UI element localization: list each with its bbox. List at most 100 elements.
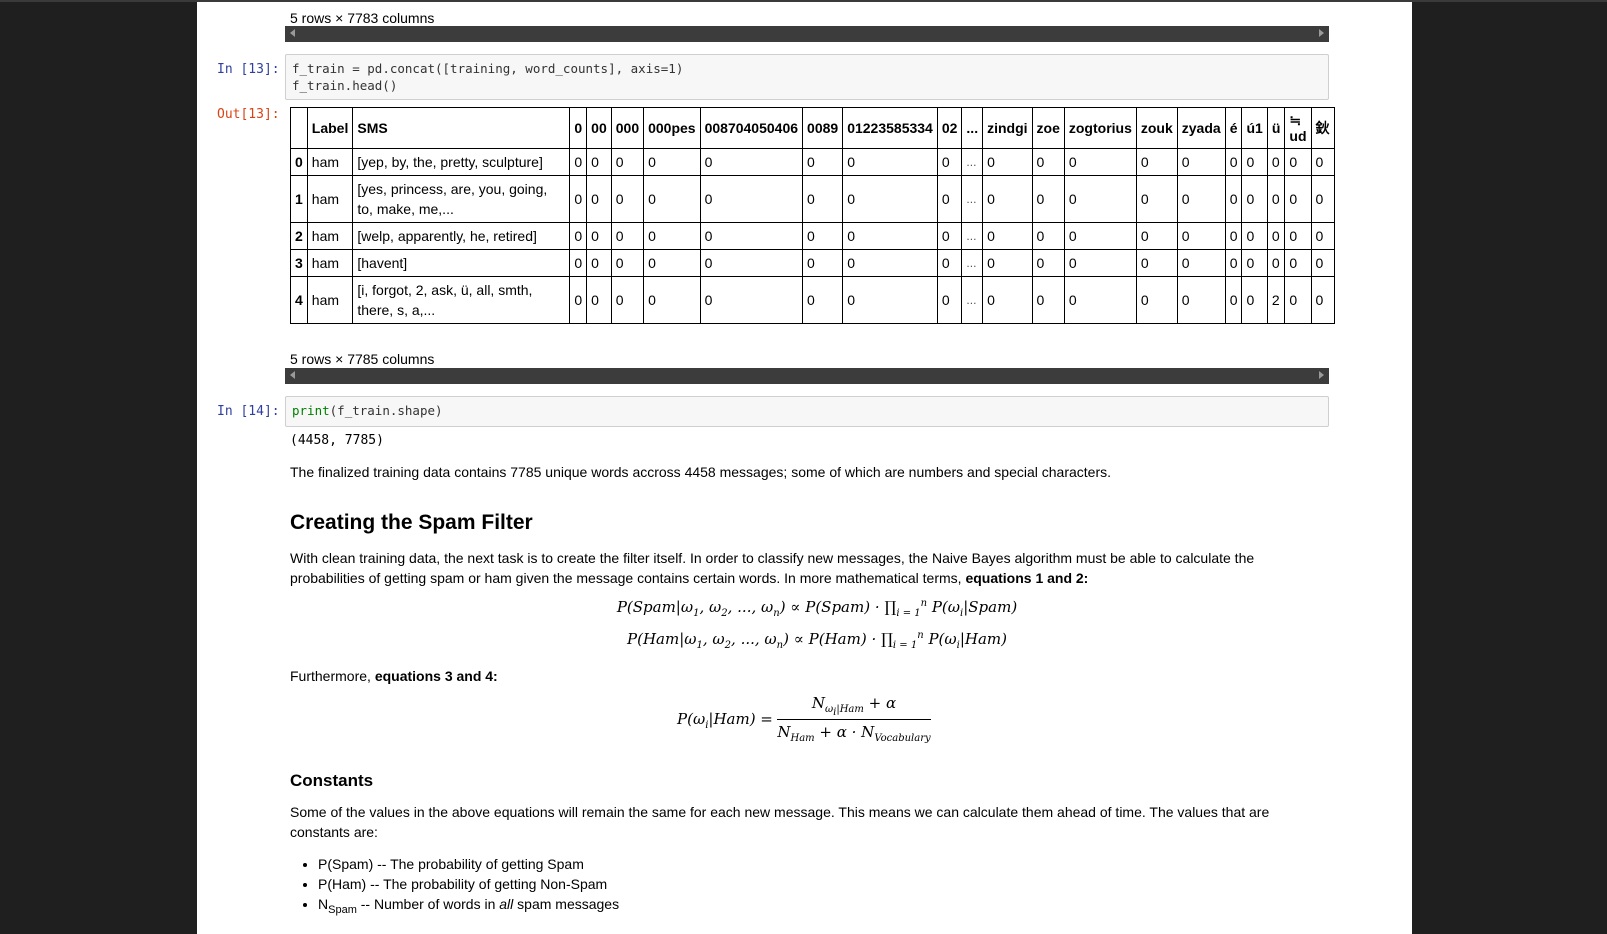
table-cell: 0 xyxy=(610,175,645,223)
column-header: zindgi xyxy=(982,107,1033,149)
table-cell: 0 xyxy=(1310,148,1335,176)
table-cell: 0 xyxy=(936,175,963,223)
cell-13-output-prompt: Out[13]: xyxy=(217,107,280,122)
table-cell: 0 xyxy=(1310,175,1335,223)
table-cell: 0 xyxy=(1224,222,1243,250)
code-expression: = pd.concat([training, word_counts], axi… xyxy=(344,61,684,76)
table-cell: 0 xyxy=(982,175,1033,223)
table-cell: 0 xyxy=(569,249,588,277)
markdown-paragraph-intro: With clean training data, the next task … xyxy=(290,548,1330,588)
table-cell: 0 xyxy=(982,276,1033,324)
column-header: 000 xyxy=(610,107,645,149)
table-cell: 0 xyxy=(1224,276,1243,324)
table-cell: 2 xyxy=(1266,276,1286,324)
table-cell: 0 xyxy=(1031,222,1065,250)
table-cell: 0 xyxy=(1063,249,1137,277)
cell-13-input-prompt: In [13]: xyxy=(217,62,280,77)
table-cell: 0 xyxy=(586,249,612,277)
cell-13-output-horizontal-scrollbar[interactable] xyxy=(285,368,1329,384)
table-cell: ... xyxy=(961,249,984,277)
column-header: zyada xyxy=(1176,107,1226,149)
table-row: 2 ham [welp, apparently, he, retired] 0 0 0 0 0… xyxy=(290,222,1335,250)
list-item-text-end: spam messages xyxy=(513,896,620,912)
table-cell: 0 xyxy=(1284,148,1312,176)
markdown-paragraph-constants: Some of the values in the above equation… xyxy=(290,804,1270,840)
scroll-right-icon[interactable] xyxy=(1319,29,1324,37)
cell-13-code-editor[interactable]: f_train = pd.concat([training, word_coun… xyxy=(285,54,1329,100)
table-cell: 0 xyxy=(1063,148,1137,176)
table-cell: 0 xyxy=(1266,148,1286,176)
table-cell: ... xyxy=(961,175,984,223)
table-cell: 0 xyxy=(982,222,1033,250)
table-cell: 0 xyxy=(1031,148,1065,176)
table-cell: 0 xyxy=(586,148,612,176)
column-header: ü xyxy=(1266,107,1286,149)
table-cell: 0 xyxy=(1063,222,1137,250)
table-cell: 0 xyxy=(1284,222,1312,250)
table-cell: 0 xyxy=(802,222,844,250)
column-header: 00 xyxy=(586,107,612,149)
row-index: 1 xyxy=(290,175,308,223)
markdown-heading-creating-spam-filter: Creating the Spam Filter xyxy=(290,511,533,534)
equation-3-fraction-bar xyxy=(777,719,931,720)
table-body: 0 ham [yep, by, the, pretty, sculpture] 0 0 0… xyxy=(290,148,1335,324)
table-cell: 0 xyxy=(1266,175,1286,223)
code-function-name: print xyxy=(292,403,330,418)
scroll-left-icon[interactable] xyxy=(290,371,295,379)
table-cell: 0 xyxy=(643,148,701,176)
table-cell: 0 xyxy=(1135,175,1178,223)
table-cell: 0 xyxy=(1310,222,1335,250)
table-cell: 0 xyxy=(569,222,588,250)
table-cell: 0 xyxy=(643,175,701,223)
markdown-paragraph-summary: The finalized training data contains 778… xyxy=(290,464,1112,480)
table-cell: 0 xyxy=(586,222,612,250)
table-cell: 0 xyxy=(842,175,938,223)
table-cell: 0 xyxy=(1063,175,1137,223)
table-cell: 0 xyxy=(1266,249,1286,277)
column-header: 01223585334 xyxy=(842,107,938,149)
column-header: zogtorius xyxy=(1063,107,1137,149)
table-cell: 0 xyxy=(699,249,804,277)
table-cell: ham xyxy=(306,175,354,223)
list-item: P(Spam) -- The probability of getting Sp… xyxy=(318,854,1318,874)
table-cell: 0 xyxy=(842,148,938,176)
row-index: 4 xyxy=(290,276,308,324)
table-cell: 0 xyxy=(586,175,612,223)
column-header: 0 xyxy=(569,107,588,149)
column-header: Label xyxy=(306,107,354,149)
dataframe-output: Label SMS 0 00 000 000pes 008704050406 0089 0122… xyxy=(290,107,1335,324)
cell-13-output-shape-note: 5 rows × 7785 columns xyxy=(290,351,435,367)
notebook-page: 5 rows × 7783 columns In [13]: f_train =… xyxy=(197,2,1412,934)
equation-3-lhs: P(ωi|Ham) = xyxy=(677,710,773,731)
list-item-subscript: Spam xyxy=(328,903,357,916)
table-cell: 0 xyxy=(643,276,701,324)
table-cell: 0 xyxy=(1224,148,1243,176)
scroll-left-icon[interactable] xyxy=(290,29,295,37)
table-cell: 0 xyxy=(1241,148,1268,176)
table-cell: 0 xyxy=(643,249,701,277)
table-row: 4 ham [i, forgot, 2, ask, ü, all, smth, th… xyxy=(290,276,1335,324)
list-item-emphasis: all xyxy=(499,896,514,912)
table-cell: [welp, apparently, he, retired] xyxy=(352,222,571,250)
table-row: 3 ham [havent] 0 0 0 0 0 0 0 0... 0 0 0 0 0 0 0 0 0 0 xyxy=(290,249,1335,277)
table-cell: 0 xyxy=(1031,249,1065,277)
scroll-right-icon[interactable] xyxy=(1319,371,1324,379)
table-cell: 0 xyxy=(936,249,963,277)
cell-14-code-editor[interactable]: print(f_train.shape) xyxy=(285,396,1329,427)
list-item: P(Ham) -- The probability of getting Non… xyxy=(318,874,1318,894)
prev-output-horizontal-scrollbar[interactable] xyxy=(285,26,1329,42)
table-cell: [havent] xyxy=(352,249,571,277)
code-line-1: f_train = pd.concat([training, word_coun… xyxy=(292,61,1322,78)
table-cell: 0 xyxy=(936,222,963,250)
table-cell: ham xyxy=(306,249,354,277)
equation-3-numerator: Nωi|Ham + α xyxy=(811,694,897,718)
equation-3-denominator: NHam + α · NVocabulary xyxy=(777,723,931,744)
equation-2: P(Ham|ω1, ω2, ..., ωn) ∝ P(Ham) · ∏i = 1… xyxy=(627,630,1007,651)
table-row: 1 ham [yes, princess, are, you, going, to,… xyxy=(290,175,1335,223)
column-header: 02 xyxy=(936,107,963,149)
table-cell: 0 xyxy=(699,175,804,223)
table-cell: 0 xyxy=(1135,222,1178,250)
column-header: ≒ ud xyxy=(1284,107,1312,149)
equation-1: P(Spam|ω1, ω2, ..., ωn) ∝ P(Spam) · ∏i =… xyxy=(616,598,1018,619)
table-cell: 0 xyxy=(569,148,588,176)
